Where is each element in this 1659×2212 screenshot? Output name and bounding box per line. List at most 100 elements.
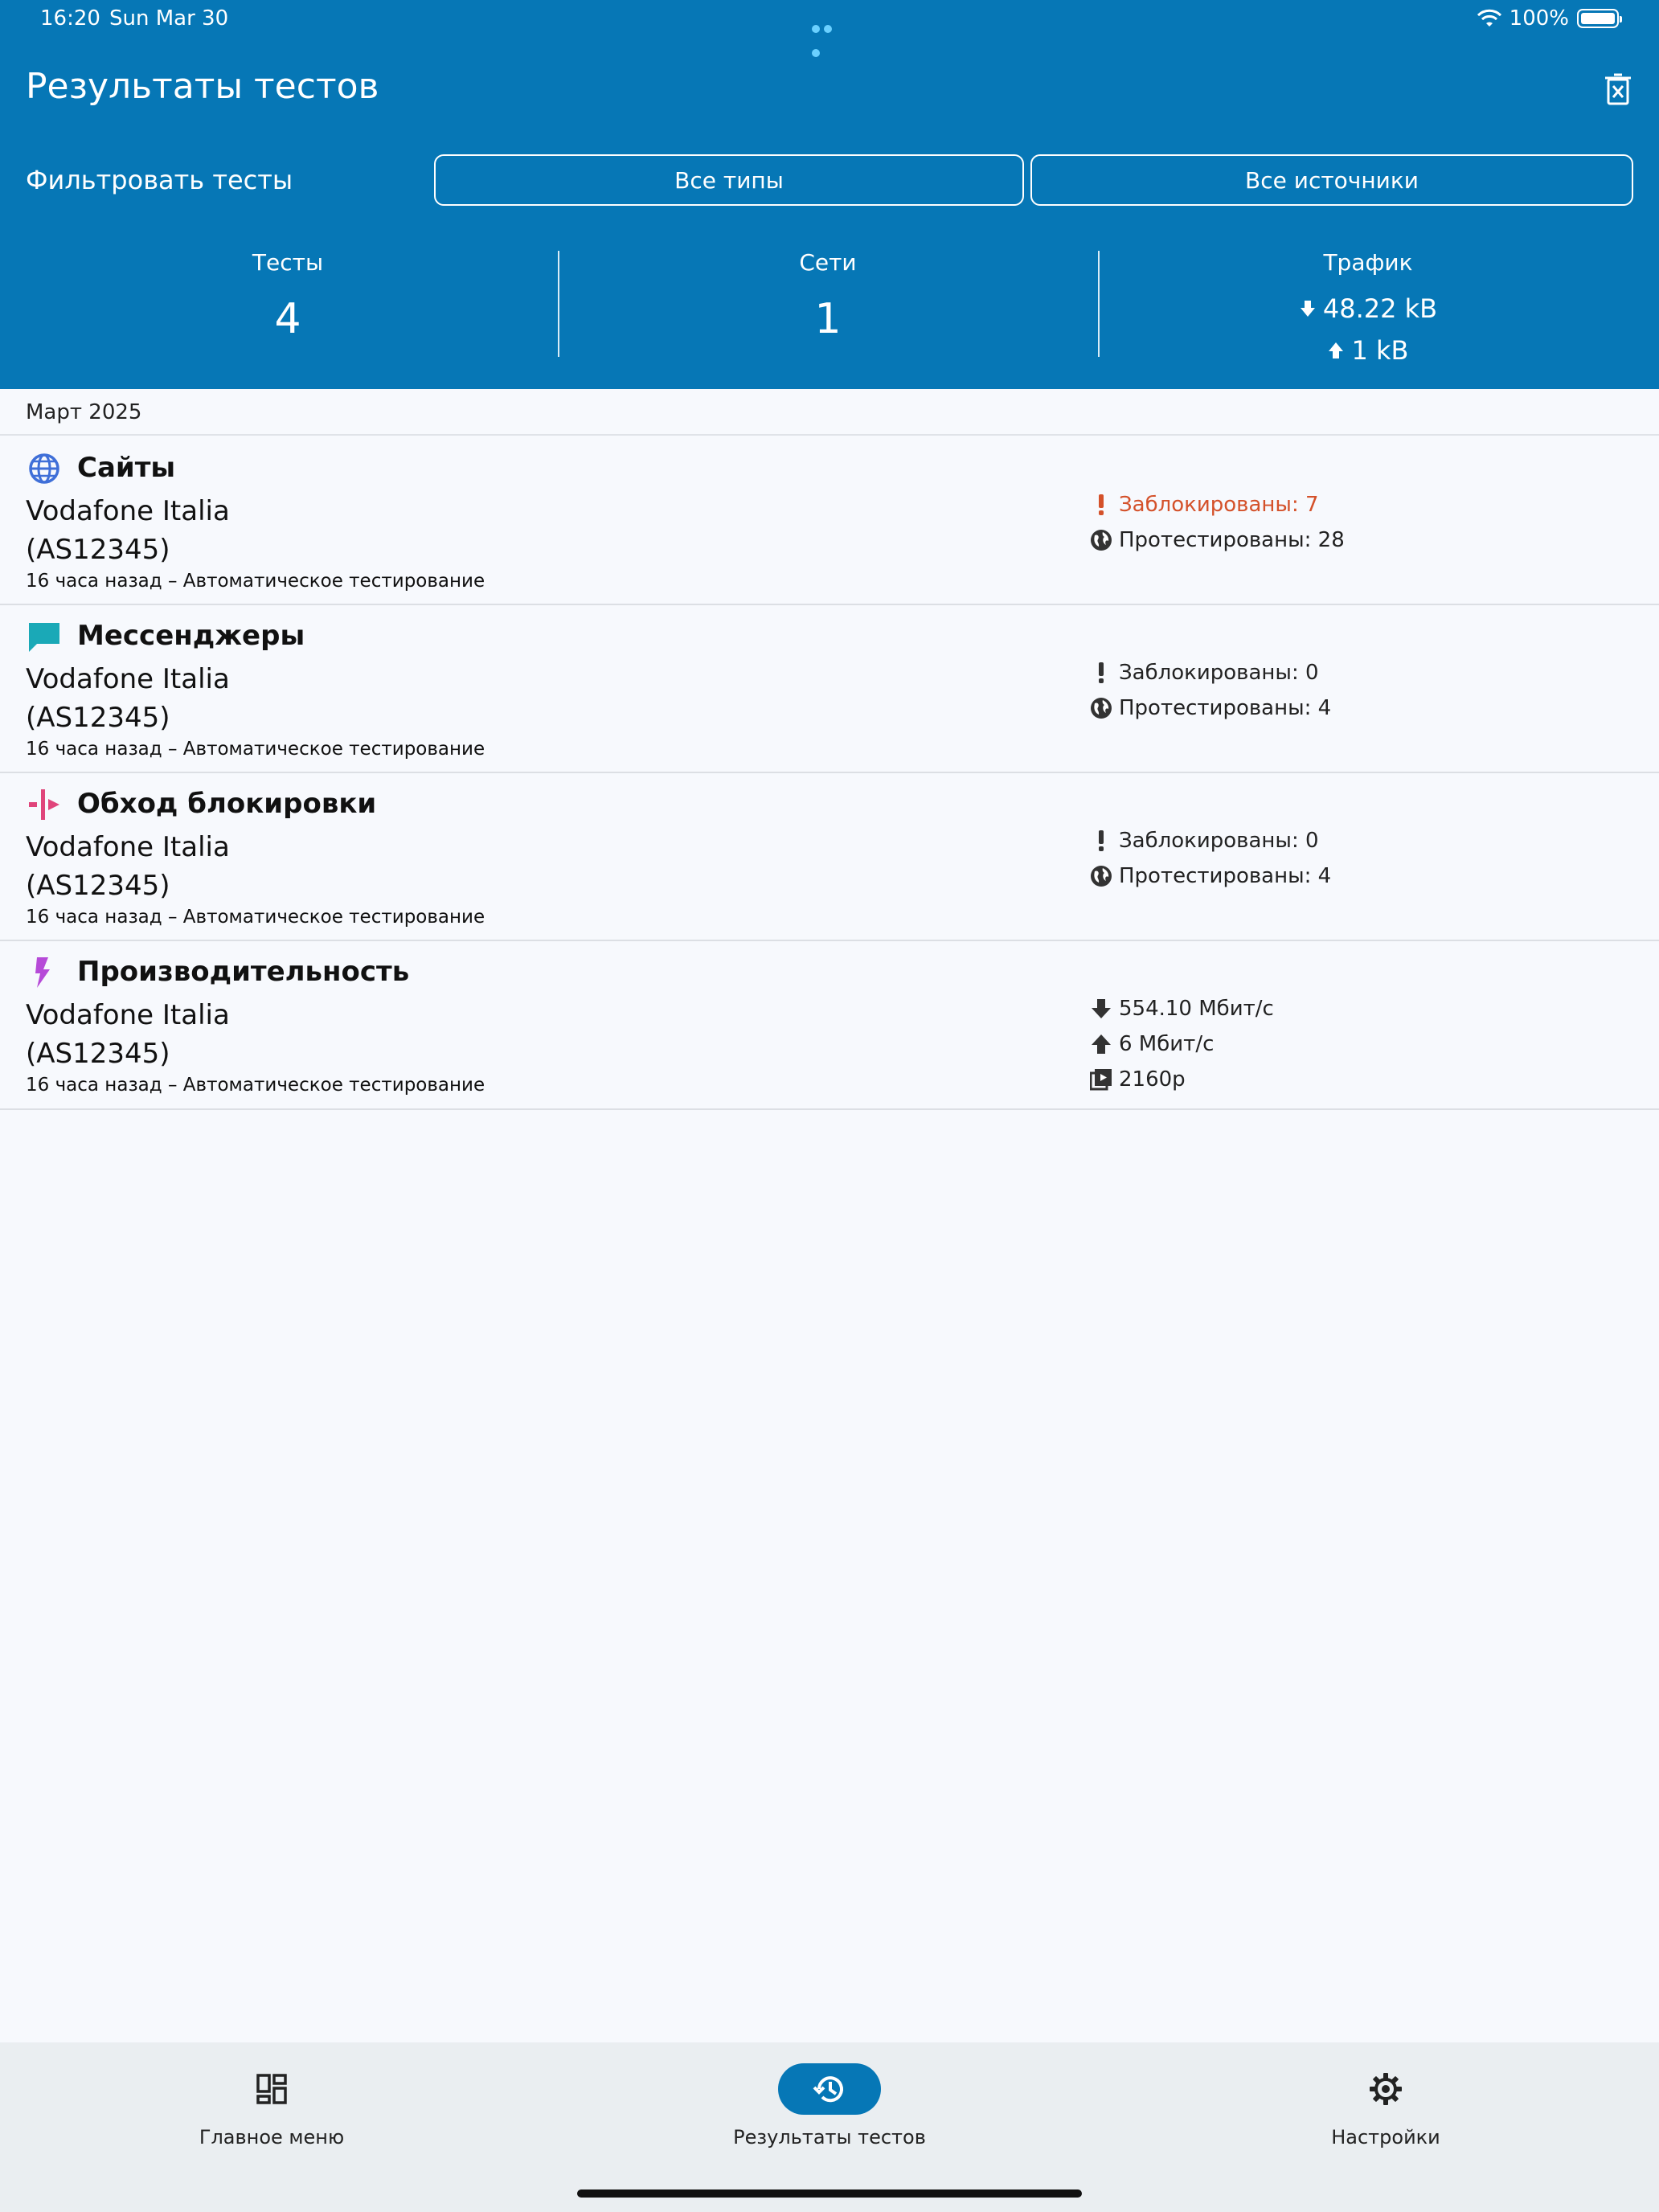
row-upload: 6 Мбит/с: [1090, 1026, 1274, 1062]
row-stats: 554.10 Мбит/с 6 Мбит/с 2160p: [1090, 991, 1274, 1097]
stat-tests-label: Тесты: [252, 249, 324, 276]
world-icon: [1090, 865, 1112, 887]
row-network: Vodafone Italia (AS12345): [26, 660, 230, 737]
traffic-download: 48.22 kB: [1098, 293, 1638, 324]
stat-traffic-label: Трафик: [1323, 249, 1413, 276]
traffic-upload: 1 kB: [1098, 335, 1638, 366]
nav-settings[interactable]: Настройки: [1225, 2063, 1546, 2149]
nav-test-results[interactable]: Результаты тестов: [669, 2063, 990, 2149]
stat-tests: Тесты 4: [18, 241, 558, 343]
row-meta: 16 часа назад – Автоматическое тестирова…: [26, 907, 485, 928]
row-download-text: 554.10 Мбит/с: [1119, 997, 1274, 1021]
row-network-name: Vodafone Italia: [26, 663, 230, 695]
row-tested: Протестированы: 4: [1090, 858, 1331, 894]
row-upload-text: 6 Мбит/с: [1119, 1032, 1215, 1056]
row-tested-text: Протестированы: 4: [1119, 696, 1332, 720]
row-network-asn: (AS12345): [26, 534, 170, 566]
globe-icon: [29, 453, 59, 484]
row-meta: 16 часа назад – Автоматическое тестирова…: [26, 739, 485, 760]
exclamation-icon: [1090, 830, 1112, 852]
row-blocked-text: Заблокированы: 0: [1119, 829, 1319, 853]
status-right: 100%: [1477, 6, 1622, 31]
gear-icon: [1370, 2073, 1402, 2105]
download-icon: [1090, 997, 1112, 1020]
trash-icon: [1605, 73, 1631, 105]
row-meta: 16 часа назад – Автоматическое тестирова…: [26, 1075, 485, 1096]
history-icon: [813, 2076, 843, 2103]
wifi-icon: [1477, 9, 1501, 27]
row-test-name: Производительность: [77, 956, 410, 988]
app-header: 16:20 Sun Mar 30 100% Результаты тестов: [0, 0, 1659, 389]
exclamation-icon: [1090, 662, 1112, 684]
nav-home-label: Главное меню: [199, 2126, 345, 2149]
upload-icon: [1329, 342, 1344, 358]
result-row-websites[interactable]: Сайты Vodafone Italia (AS12345) 16 часа …: [0, 437, 1659, 605]
row-blocked-text: Заблокированы: 7: [1119, 493, 1319, 517]
status-bar: 16:20 Sun Mar 30 100%: [0, 0, 1659, 57]
row-blocked-text: Заблокированы: 0: [1119, 661, 1319, 685]
traffic-download-value: 48.22 kB: [1322, 293, 1438, 324]
row-video: 2160p: [1090, 1062, 1274, 1097]
row-tested-text: Протестированы: 28: [1119, 528, 1345, 552]
stats-divider: [558, 251, 559, 357]
exclamation-icon: [1090, 494, 1112, 516]
delete-results-button[interactable]: [1600, 71, 1636, 109]
battery-icon: [1577, 9, 1622, 28]
row-network-name: Vodafone Italia: [26, 495, 230, 527]
multitasking-dots[interactable]: [812, 14, 847, 57]
stat-networks-label: Сети: [799, 249, 857, 276]
nav-settings-icon-wrap: [1334, 2063, 1437, 2115]
nav-settings-label: Настройки: [1331, 2126, 1440, 2149]
nav-home-icon-wrap: [220, 2063, 323, 2115]
video-icon: [1090, 1068, 1112, 1091]
row-network-asn: (AS12345): [26, 870, 170, 902]
bottom-navigation: Главное меню Результаты тестов Настройки: [0, 2042, 1659, 2212]
world-icon: [1090, 529, 1112, 551]
result-row-performance[interactable]: Производительность Vodafone Italia (AS12…: [0, 941, 1659, 1110]
row-download: 554.10 Мбит/с: [1090, 991, 1274, 1026]
nav-results-icon-wrap: [778, 2063, 881, 2115]
stat-networks: Сети 1: [558, 241, 1098, 343]
row-test-name: Сайты: [77, 452, 176, 484]
summary-stats: Тесты 4 Сети 1 Трафик 48.22 kB 1 kB: [0, 241, 1659, 370]
bolt-icon: [35, 957, 50, 988]
row-blocked: Заблокированы: 0: [1090, 823, 1331, 858]
row-stats: Заблокированы: 0 Протестированы: 4: [1090, 823, 1331, 894]
month-section-header: Март 2025: [0, 389, 1659, 436]
result-row-messengers[interactable]: Мессенджеры Vodafone Italia (AS12345) 16…: [0, 605, 1659, 773]
page-title: Результаты тестов: [26, 66, 379, 107]
row-network: Vodafone Italia (AS12345): [26, 492, 230, 569]
home-indicator[interactable]: [577, 2189, 1082, 2198]
filter-sources-button[interactable]: Все источники: [1030, 154, 1633, 206]
row-tested-text: Протестированы: 4: [1119, 864, 1332, 888]
row-blocked: Заблокированы: 0: [1090, 655, 1331, 690]
row-network-asn: (AS12345): [26, 702, 170, 734]
row-meta: 16 часа назад – Автоматическое тестирова…: [26, 571, 485, 592]
download-icon: [1300, 301, 1315, 317]
stats-divider: [1098, 251, 1100, 357]
status-date: Sun Mar 30: [109, 6, 229, 31]
row-video-text: 2160p: [1119, 1067, 1186, 1092]
row-tested: Протестированы: 4: [1090, 690, 1331, 726]
row-tested: Протестированы: 28: [1090, 522, 1345, 558]
stat-tests-value: 4: [274, 295, 301, 343]
row-blocked: Заблокированы: 7: [1090, 487, 1345, 522]
battery-percent: 100%: [1509, 6, 1569, 31]
row-network-name: Vodafone Italia: [26, 999, 230, 1031]
nav-results-label: Результаты тестов: [733, 2126, 926, 2149]
row-test-name: Обход блокировки: [77, 788, 377, 820]
row-network-name: Vodafone Italia: [26, 831, 230, 863]
world-icon: [1090, 697, 1112, 719]
traffic-upload-value: 1 kB: [1351, 335, 1409, 366]
result-row-circumvention[interactable]: Обход блокировки Vodafone Italia (AS1234…: [0, 773, 1659, 941]
row-stats: Заблокированы: 7 Протестированы: 28: [1090, 487, 1345, 558]
dashboard-icon: [256, 2074, 287, 2104]
row-test-name: Мессенджеры: [77, 620, 305, 652]
row-network: Vodafone Italia (AS12345): [26, 996, 230, 1073]
filter-types-button[interactable]: Все типы: [434, 154, 1024, 206]
status-time: 16:20: [40, 6, 100, 31]
circumvention-icon: [29, 789, 59, 820]
row-network-asn: (AS12345): [26, 1038, 170, 1070]
nav-home[interactable]: Главное меню: [111, 2063, 432, 2149]
stat-networks-value: 1: [814, 295, 842, 343]
